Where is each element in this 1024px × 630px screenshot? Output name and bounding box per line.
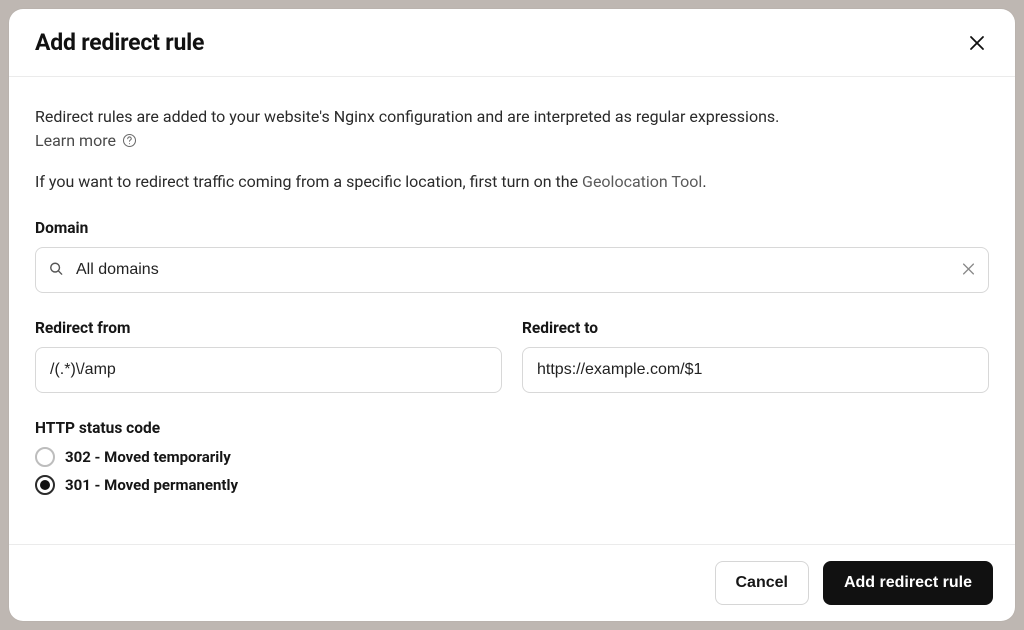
redirect-fields-row: Redirect from Redirect to — [35, 319, 989, 393]
add-redirect-rule-modal: Add redirect rule Redirect rules are add… — [9, 9, 1015, 621]
close-button[interactable] — [965, 31, 989, 55]
modal-header: Add redirect rule — [9, 9, 1015, 77]
radio-301-label: 301 - Moved permanently — [65, 476, 238, 494]
domain-input-wrap — [35, 247, 989, 293]
radio-302-label: 302 - Moved temporarily — [65, 448, 231, 466]
search-icon — [49, 261, 63, 280]
modal-footer: Cancel Add redirect rule — [9, 544, 1015, 621]
radio-dot-icon — [40, 480, 50, 490]
close-icon — [969, 35, 985, 51]
help-icon[interactable] — [122, 133, 137, 148]
domain-field: Domain — [35, 219, 989, 293]
cancel-button[interactable]: Cancel — [715, 561, 809, 605]
clear-icon[interactable] — [962, 261, 975, 280]
redirect-from-field: Redirect from — [35, 319, 502, 393]
domain-input[interactable] — [35, 247, 989, 293]
modal-body: Redirect rules are added to your website… — [9, 77, 1015, 544]
geolocation-hint: If you want to redirect traffic coming f… — [35, 172, 989, 191]
submit-button[interactable]: Add redirect rule — [823, 561, 993, 605]
radio-icon-unselected — [35, 447, 55, 467]
domain-label: Domain — [35, 219, 989, 237]
geo-prefix: If you want to redirect traffic coming f… — [35, 172, 582, 191]
geo-suffix: . — [702, 172, 706, 191]
learn-more-row: Learn more — [35, 131, 989, 150]
http-status-field: HTTP status code 302 - Moved temporarily… — [35, 419, 989, 495]
redirect-from-label: Redirect from — [35, 319, 502, 337]
learn-more-link[interactable]: Learn more — [35, 131, 116, 150]
redirect-to-input[interactable] — [522, 347, 989, 393]
http-status-label: HTTP status code — [35, 419, 989, 437]
radio-301[interactable]: 301 - Moved permanently — [35, 475, 989, 495]
radio-302[interactable]: 302 - Moved temporarily — [35, 447, 989, 467]
radio-icon-selected — [35, 475, 55, 495]
redirect-to-label: Redirect to — [522, 319, 989, 337]
geolocation-tool-link[interactable]: Geolocation Tool — [582, 172, 702, 191]
redirect-from-input[interactable] — [35, 347, 502, 393]
modal-title: Add redirect rule — [35, 29, 204, 56]
description-text: Redirect rules are added to your website… — [35, 105, 989, 129]
redirect-to-field: Redirect to — [522, 319, 989, 393]
